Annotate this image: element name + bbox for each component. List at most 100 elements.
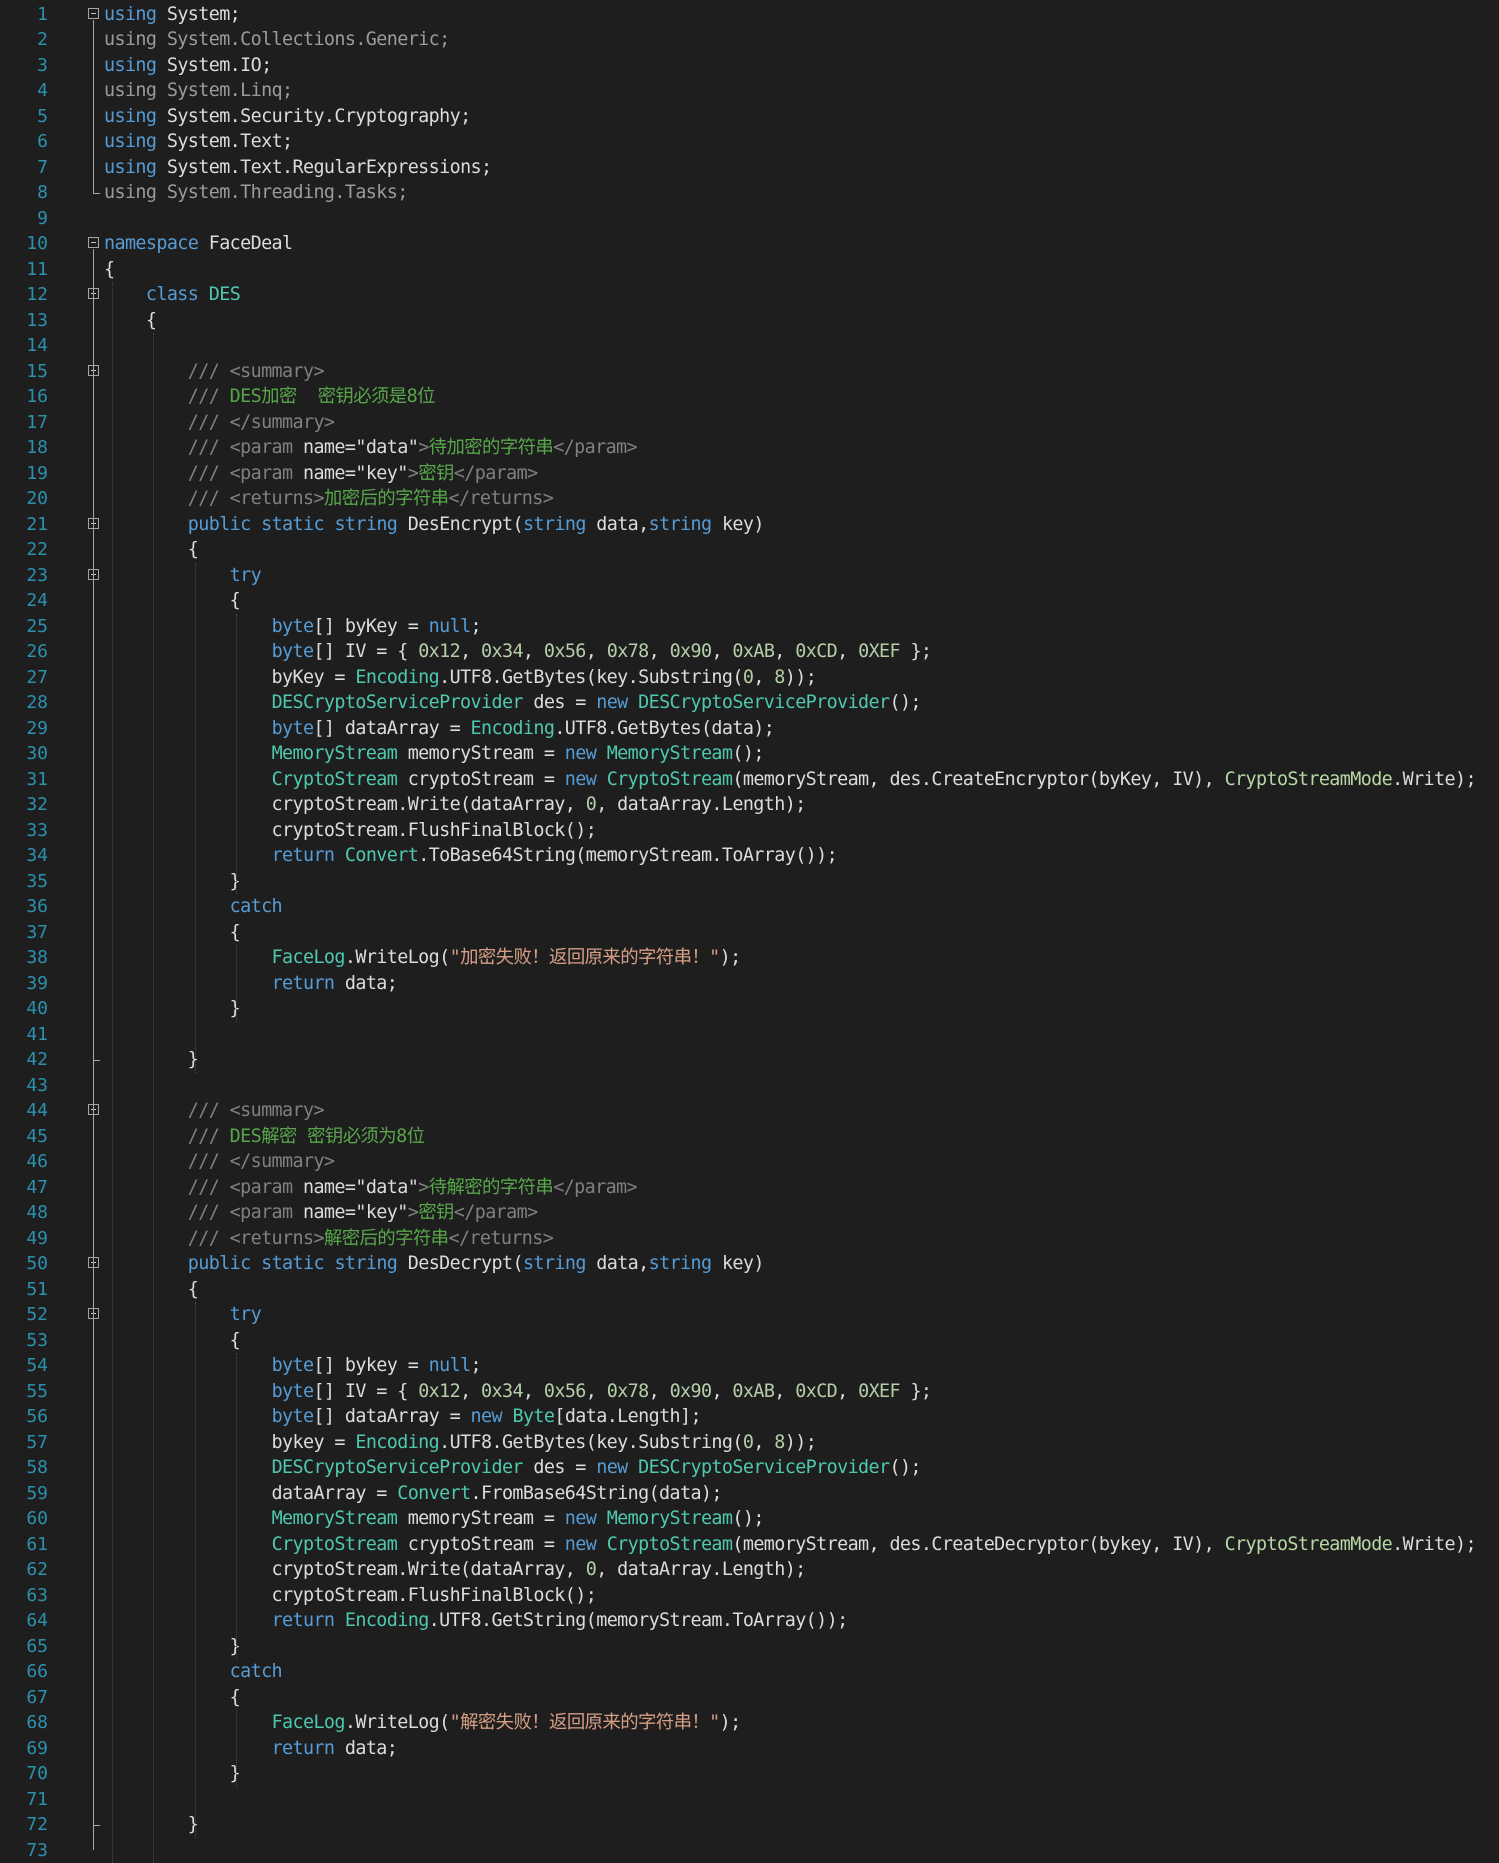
code-line[interactable]: 66 catch bbox=[0, 1659, 1499, 1685]
code-line[interactable]: 1using System; bbox=[0, 2, 1499, 28]
code-line[interactable]: 56 byte[] dataArray = new Byte[data.Leng… bbox=[0, 1404, 1499, 1430]
code-line[interactable]: 18 /// <param name="data">待加密的字符串</param… bbox=[0, 435, 1499, 461]
code-line[interactable]: 2using System.Collections.Generic; bbox=[0, 27, 1499, 53]
code-line[interactable]: 69 return data; bbox=[0, 1736, 1499, 1762]
code-line[interactable]: 54 byte[] bykey = null; bbox=[0, 1353, 1499, 1379]
line-number: 68 bbox=[0, 1710, 48, 1736]
code-line[interactable]: 51 { bbox=[0, 1277, 1499, 1303]
code-editor[interactable]: 1using System;2using System.Collections.… bbox=[0, 0, 1499, 1850]
code-line[interactable]: 50 public static string DesDecrypt(strin… bbox=[0, 1251, 1499, 1277]
code-line[interactable]: 43 bbox=[0, 1073, 1499, 1099]
fold-outline-end bbox=[93, 1060, 100, 1061]
code-line[interactable]: 62 cryptoStream.Write(dataArray, 0, data… bbox=[0, 1557, 1499, 1583]
code-line[interactable]: 16 /// DES加密 密钥必须是8位 bbox=[0, 384, 1499, 410]
code-line[interactable]: 17 /// </summary> bbox=[0, 410, 1499, 436]
code-line[interactable]: 7using System.Text.RegularExpressions; bbox=[0, 155, 1499, 181]
code-line[interactable]: 10namespace FaceDeal bbox=[0, 231, 1499, 257]
code-line[interactable]: 67 { bbox=[0, 1685, 1499, 1711]
code-token: 0x56 bbox=[544, 641, 586, 662]
code-line[interactable]: 53 { bbox=[0, 1328, 1499, 1354]
code-line[interactable]: 34 return Convert.ToBase64String(memoryS… bbox=[0, 843, 1499, 869]
code-line[interactable]: 30 MemoryStream memoryStream = new Memor… bbox=[0, 741, 1499, 767]
indent-guide bbox=[236, 945, 237, 1022]
code-line[interactable]: 31 CryptoStream cryptoStream = new Crypt… bbox=[0, 767, 1499, 793]
code-text: cryptoStream.FlushFinalBlock(); bbox=[104, 818, 596, 844]
code-line[interactable]: 59 dataArray = Convert.FromBase64String(… bbox=[0, 1481, 1499, 1507]
code-token bbox=[104, 1457, 272, 1478]
line-number: 48 bbox=[0, 1200, 48, 1226]
code-line[interactable]: 12 class DES bbox=[0, 282, 1499, 308]
code-token bbox=[104, 361, 188, 382]
line-number: 33 bbox=[0, 818, 48, 844]
code-line[interactable]: 70 } bbox=[0, 1761, 1499, 1787]
code-line[interactable]: 13 { bbox=[0, 308, 1499, 334]
code-line[interactable]: 39 return data; bbox=[0, 971, 1499, 997]
code-line[interactable]: 33 cryptoStream.FlushFinalBlock(); bbox=[0, 818, 1499, 844]
code-line[interactable]: 57 bykey = Encoding.UTF8.GetBytes(key.Su… bbox=[0, 1430, 1499, 1456]
code-line[interactable]: 3using System.IO; bbox=[0, 53, 1499, 79]
code-line[interactable]: 19 /// <param name="key">密钥</param> bbox=[0, 461, 1499, 487]
code-line[interactable]: 63 cryptoStream.FlushFinalBlock(); bbox=[0, 1583, 1499, 1609]
code-line[interactable]: 9 bbox=[0, 206, 1499, 232]
code-line[interactable]: 71 bbox=[0, 1787, 1499, 1813]
code-line[interactable]: 15 /// <summary> bbox=[0, 359, 1499, 385]
code-line[interactable]: 28 DESCryptoServiceProvider des = new DE… bbox=[0, 690, 1499, 716]
code-line[interactable]: 64 return Encoding.UTF8.GetString(memory… bbox=[0, 1608, 1499, 1634]
code-line[interactable]: 61 CryptoStream cryptoStream = new Crypt… bbox=[0, 1532, 1499, 1558]
code-line[interactable]: 32 cryptoStream.Write(dataArray, 0, data… bbox=[0, 792, 1499, 818]
code-token: namespace bbox=[104, 233, 198, 254]
code-line[interactable]: 25 byte[] byKey = null; bbox=[0, 614, 1499, 640]
collapse-icon[interactable] bbox=[88, 237, 99, 248]
code-line[interactable]: 4using System.Linq; bbox=[0, 78, 1499, 104]
code-line[interactable]: 49 /// <returns>解密后的字符串</returns> bbox=[0, 1226, 1499, 1252]
code-line[interactable]: 41 bbox=[0, 1022, 1499, 1048]
code-line[interactable]: 47 /// <param name="data">待解密的字符串</param… bbox=[0, 1175, 1499, 1201]
code-line[interactable]: 29 byte[] dataArray = Encoding.UTF8.GetB… bbox=[0, 716, 1499, 742]
code-line[interactable]: 45 /// DES解密 密钥必须为8位 bbox=[0, 1124, 1499, 1150]
code-line[interactable]: 42 } bbox=[0, 1047, 1499, 1073]
code-token: string bbox=[334, 514, 397, 535]
code-token: </returns> bbox=[448, 488, 553, 509]
line-number: 22 bbox=[0, 537, 48, 563]
code-line[interactable]: 8using System.Threading.Tasks; bbox=[0, 180, 1499, 206]
code-line[interactable]: 68 FaceLog.WriteLog("解密失败！返回原来的字符串！"); bbox=[0, 1710, 1499, 1736]
code-line[interactable]: 26 byte[] IV = { 0x12, 0x34, 0x56, 0x78,… bbox=[0, 639, 1499, 665]
code-line[interactable]: 60 MemoryStream memoryStream = new Memor… bbox=[0, 1506, 1499, 1532]
code-line[interactable]: 27 byKey = Encoding.UTF8.GetBytes(key.Su… bbox=[0, 665, 1499, 691]
code-line[interactable]: 6using System.Text; bbox=[0, 129, 1499, 155]
code-token: using bbox=[104, 131, 156, 152]
line-number: 21 bbox=[0, 512, 48, 538]
code-line[interactable]: 22 { bbox=[0, 537, 1499, 563]
code-line[interactable]: 14 bbox=[0, 333, 1499, 359]
code-text: byte[] IV = { 0x12, 0x34, 0x56, 0x78, 0x… bbox=[104, 1379, 931, 1405]
code-line[interactable]: 44 /// <summary> bbox=[0, 1098, 1499, 1124]
code-line[interactable]: 35 } bbox=[0, 869, 1499, 895]
code-text: { bbox=[104, 537, 198, 563]
code-line[interactable]: 11{ bbox=[0, 257, 1499, 283]
code-line[interactable]: 38 FaceLog.WriteLog("加密失败！返回原来的字符串！"); bbox=[0, 945, 1499, 971]
code-text: } bbox=[104, 1047, 198, 1073]
code-line[interactable]: 58 DESCryptoServiceProvider des = new DE… bbox=[0, 1455, 1499, 1481]
code-line[interactable]: 48 /// <param name="key">密钥</param> bbox=[0, 1200, 1499, 1226]
code-token: 0x78 bbox=[607, 1381, 649, 1402]
code-line[interactable]: 46 /// </summary> bbox=[0, 1149, 1499, 1175]
code-token: ; bbox=[471, 1355, 481, 1376]
code-token: "加密失败！返回原来的字符串！" bbox=[450, 947, 720, 968]
code-line[interactable]: 73 bbox=[0, 1838, 1499, 1863]
code-line[interactable]: 52 try bbox=[0, 1302, 1499, 1328]
code-line[interactable]: 5using System.Security.Cryptography; bbox=[0, 104, 1499, 130]
code-line[interactable]: 72 } bbox=[0, 1812, 1499, 1838]
line-number: 30 bbox=[0, 741, 48, 767]
code-line[interactable]: 20 /// <returns>加密后的字符串</returns> bbox=[0, 486, 1499, 512]
line-number: 7 bbox=[0, 155, 48, 181]
code-line[interactable]: 55 byte[] IV = { 0x12, 0x34, 0x56, 0x78,… bbox=[0, 1379, 1499, 1405]
code-line[interactable]: 40 } bbox=[0, 996, 1499, 1022]
code-line[interactable]: 36 catch bbox=[0, 894, 1499, 920]
code-line[interactable]: 24 { bbox=[0, 588, 1499, 614]
code-line[interactable]: 23 try bbox=[0, 563, 1499, 589]
code-line[interactable]: 21 public static string DesEncrypt(strin… bbox=[0, 512, 1499, 538]
code-line[interactable]: 37 { bbox=[0, 920, 1499, 946]
collapse-icon[interactable] bbox=[88, 8, 99, 19]
code-line[interactable]: 65 } bbox=[0, 1634, 1499, 1660]
code-token: public bbox=[188, 514, 251, 535]
